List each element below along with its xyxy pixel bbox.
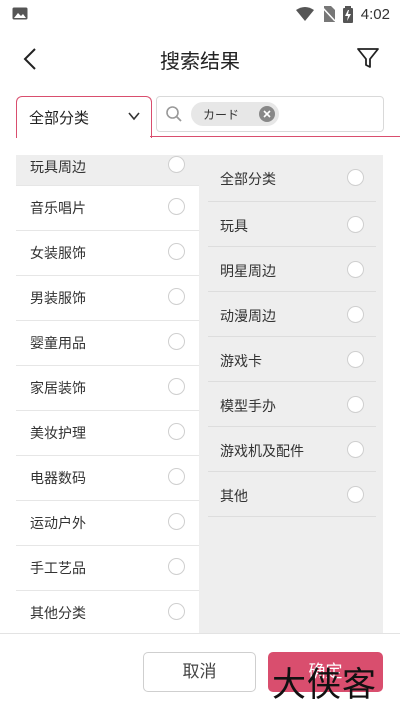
radio-button[interactable] — [347, 441, 364, 458]
main-category-label: 女装服饰 — [30, 246, 86, 262]
radio-button[interactable] — [168, 243, 185, 260]
radio-button[interactable] — [168, 513, 185, 530]
main-category-label: 其他分类 — [30, 606, 86, 622]
wifi-icon — [295, 7, 314, 21]
sub-category-item[interactable]: 游戏卡 — [208, 337, 376, 382]
main-category-label: 音乐唱片 — [30, 201, 86, 217]
sub-category-label: 玩具 — [220, 219, 248, 235]
radio-button[interactable] — [168, 288, 185, 305]
main-category-item[interactable]: 电器数码 — [16, 456, 199, 501]
radio-button[interactable] — [347, 261, 364, 278]
main-category-label: 运动户外 — [30, 516, 86, 532]
sub-category-label: 游戏机及配件 — [220, 444, 304, 460]
search-row: 全部分类 カード — [0, 96, 400, 140]
radio-button[interactable] — [347, 396, 364, 413]
main-category-label: 电器数码 — [30, 471, 86, 487]
bottom-divider — [0, 633, 400, 634]
sub-category-item[interactable]: 游戏机及配件 — [208, 427, 376, 472]
page-title: 搜索结果 — [160, 49, 240, 73]
no-sim-icon — [321, 6, 335, 22]
radio-button[interactable] — [347, 169, 364, 186]
radio-button[interactable] — [168, 468, 185, 485]
radio-button[interactable] — [347, 351, 364, 368]
search-input[interactable]: カード — [156, 96, 384, 132]
radio-button[interactable] — [168, 333, 185, 350]
radio-button[interactable] — [168, 156, 185, 173]
chevron-down-icon — [128, 112, 140, 121]
main-category-item[interactable]: 运动户外 — [16, 501, 199, 546]
search-icon — [166, 106, 182, 122]
sub-category-item[interactable]: 全部分类 — [208, 155, 376, 202]
category-dropdown-label: 全部分类 — [29, 109, 90, 127]
status-bar: 4:02 — [0, 0, 400, 28]
sub-category-label: 动漫周边 — [220, 309, 276, 325]
radio-button[interactable] — [168, 603, 185, 620]
main-category-item[interactable]: 女装服饰 — [16, 231, 199, 276]
radio-button[interactable] — [168, 378, 185, 395]
main-category-item[interactable]: 音乐唱片 — [16, 186, 199, 231]
main-category-item[interactable]: 男装服饰 — [16, 276, 199, 321]
main-category-label: 手工艺品 — [30, 561, 86, 577]
sub-category-item[interactable]: 模型手办 — [208, 382, 376, 427]
image-notification-icon — [12, 7, 28, 20]
main-category-item[interactable]: 手工艺品 — [16, 546, 199, 591]
status-time: 4:02 — [360, 5, 390, 23]
sub-category-label: 游戏卡 — [220, 354, 262, 370]
radio-button[interactable] — [347, 306, 364, 323]
radio-button[interactable] — [168, 198, 185, 215]
sub-category-item[interactable]: 其他 — [208, 472, 376, 517]
main-category-item[interactable]: 玩具周边 — [16, 155, 199, 186]
sub-category-label: 明星周边 — [220, 264, 276, 280]
filter-icon[interactable] — [354, 44, 382, 72]
sub-category-label: 全部分类 — [220, 172, 276, 188]
main-category-item[interactable]: 家居装饰 — [16, 366, 199, 411]
sub-category-item[interactable]: 动漫周边 — [208, 292, 376, 337]
main-category-label: 美妆护理 — [30, 426, 86, 442]
main-category-item[interactable]: 其他分类 — [16, 591, 199, 633]
sub-category-item[interactable]: 玩具 — [208, 202, 376, 247]
sub-category-list: 全部分类 玩具 明星周边 动漫周边 游戏卡 模型手办 游戏机及配件 其他 — [208, 155, 376, 517]
sub-category-label: 其他 — [220, 489, 248, 505]
main-category-label: 男装服饰 — [30, 291, 86, 307]
category-panel: 玩具周边 音乐唱片 女装服饰 男装服饰 婴童用品 家居装饰 美妆护理 电器数码 — [16, 155, 383, 633]
battery-charging-icon — [342, 5, 353, 23]
search-keyword-chip[interactable]: カード — [191, 102, 279, 126]
title-bar: 搜索结果 — [0, 28, 400, 88]
main-category-label: 婴童用品 — [30, 336, 86, 352]
sub-category-item[interactable]: 明星周边 — [208, 247, 376, 292]
radio-button[interactable] — [168, 558, 185, 575]
main-category-item[interactable]: 婴童用品 — [16, 321, 199, 366]
radio-button[interactable] — [168, 423, 185, 440]
main-category-label: 玩具周边 — [30, 160, 86, 176]
clear-icon[interactable] — [259, 106, 275, 122]
main-category-item[interactable]: 美妆护理 — [16, 411, 199, 456]
radio-button[interactable] — [347, 486, 364, 503]
cancel-button[interactable]: 取消 — [143, 652, 256, 692]
radio-button[interactable] — [347, 216, 364, 233]
watermark-logo: 大侠客 — [272, 665, 377, 705]
category-dropdown[interactable]: 全部分类 — [16, 96, 152, 138]
search-row-underline — [150, 136, 400, 137]
sub-category-label: 模型手办 — [220, 399, 276, 415]
search-keyword-text: カード — [203, 108, 240, 122]
main-category-label: 家居装饰 — [30, 381, 86, 397]
main-category-list: 玩具周边 音乐唱片 女装服饰 男装服饰 婴童用品 家居装饰 美妆护理 电器数码 — [16, 155, 199, 633]
